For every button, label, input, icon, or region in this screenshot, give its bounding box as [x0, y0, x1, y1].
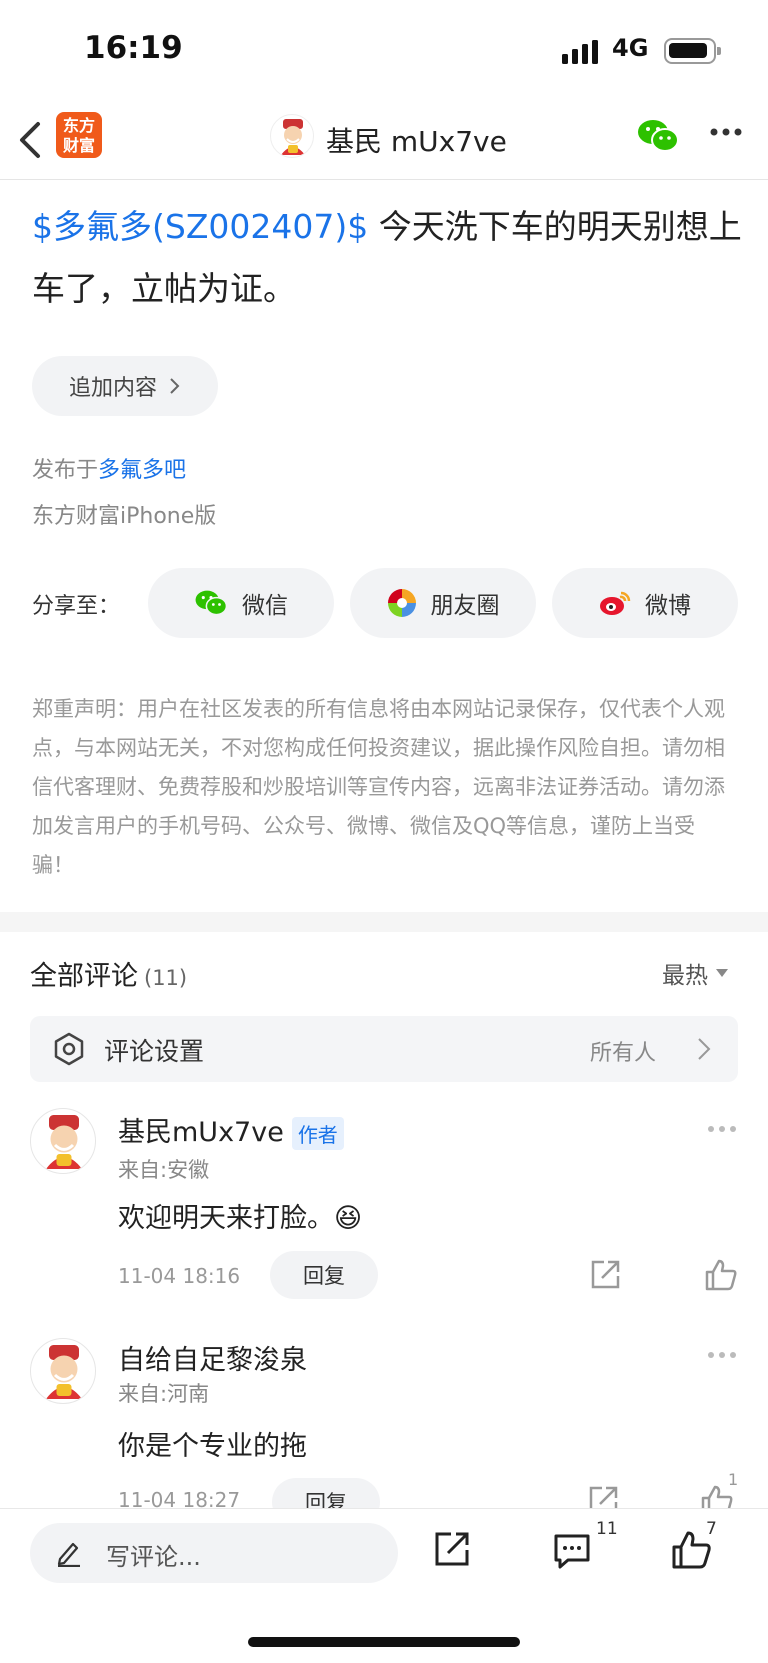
fortune-god-avatar-icon: [46, 1345, 82, 1399]
comment-icon[interactable]: [552, 1531, 592, 1571]
share-weibo-button[interactable]: 微博: [552, 568, 738, 638]
more-icon[interactable]: [706, 1350, 738, 1360]
back-arrow-icon[interactable]: [16, 118, 46, 162]
commenter-avatar[interactable]: [30, 1338, 96, 1404]
network-type: 4G: [612, 34, 649, 62]
weibo-icon: [600, 591, 631, 615]
app-logo[interactable]: 东方 财富: [56, 112, 102, 158]
disclaimer-text: 郑重声明：用户在社区发表的所有信息将由本网站记录保存，仅代表个人观点，与本网站无…: [32, 697, 725, 877]
comment-location: 来自:河南: [118, 1382, 210, 1406]
author-avatar[interactable]: [270, 114, 314, 158]
comment-text: 欢迎明天来打脸。😆: [118, 1203, 363, 1234]
comments-title: 全部评论 (11): [30, 961, 188, 992]
share-icon[interactable]: [588, 1258, 622, 1292]
like-count: 1: [728, 1470, 739, 1489]
caret-down-icon: [716, 969, 728, 977]
pencil-icon: [57, 1542, 80, 1567]
home-indicator[interactable]: [248, 1637, 520, 1647]
like-count: 7: [706, 1519, 717, 1539]
share-label: 分享至：: [32, 594, 121, 619]
gear-icon: [54, 1032, 84, 1066]
comment-settings-bar[interactable]: 评论设置 所有人: [30, 1016, 738, 1082]
wechat-icon: [195, 590, 228, 616]
reply-button[interactable]: 回复: [270, 1251, 378, 1299]
commenter-avatar[interactable]: [30, 1108, 96, 1174]
more-icon[interactable]: [708, 126, 744, 138]
share-wechat-button[interactable]: 微信: [148, 568, 334, 638]
chevron-right-icon: [170, 378, 180, 394]
comment-location: 来自:安徽: [118, 1158, 210, 1182]
post-content: $多氟多(SZ002407)$ 今天洗下车的明天别想上车了，立帖为证。: [32, 196, 742, 320]
comment-permission-value: 所有人: [590, 1041, 657, 1066]
chevron-right-icon: [698, 1038, 711, 1060]
moments-icon: [387, 589, 416, 617]
cellular-signal-icon: [562, 40, 598, 64]
wechat-icon[interactable]: [636, 118, 680, 154]
share-moments-button[interactable]: 朋友圈: [350, 568, 536, 638]
bar-link[interactable]: 多氟多吧: [98, 458, 186, 483]
comments-count: (11): [144, 966, 188, 990]
author-badge: 作者: [291, 1117, 344, 1150]
comment-count: 11: [596, 1519, 618, 1539]
fortune-god-avatar-icon: [281, 119, 305, 155]
nav-title: 基民 mUx7ve: [326, 125, 507, 158]
status-time: 16:19: [84, 30, 183, 66]
section-divider: [0, 912, 768, 932]
published-in: 发布于多氟多吧: [32, 458, 187, 483]
more-icon[interactable]: [706, 1124, 738, 1134]
share-icon[interactable]: [432, 1529, 472, 1569]
sort-dropdown[interactable]: 最热: [662, 956, 728, 990]
fortune-god-avatar-icon: [46, 1115, 82, 1169]
nav-bar: 东方 财富 基民 mUx7ve: [0, 100, 768, 180]
add-content-button[interactable]: 追加内容: [32, 356, 218, 416]
comment-input[interactable]: 写评论...: [30, 1523, 398, 1583]
comment-text: 你是个专业的拖: [118, 1431, 307, 1462]
comment-placeholder: 写评论...: [106, 1543, 201, 1571]
thumbs-up-icon[interactable]: [704, 1258, 738, 1292]
commenter-name[interactable]: 自给自足黎浚泉: [118, 1338, 307, 1377]
battery-icon: [664, 38, 721, 64]
commenter-name[interactable]: 基民mUx7ve 作者: [118, 1110, 344, 1150]
stock-tag-link[interactable]: $多氟多(SZ002407)$: [32, 207, 368, 246]
comment-time: 11-04 18:16: [118, 1264, 241, 1288]
device-source: 东方财富iPhone版: [32, 504, 217, 529]
